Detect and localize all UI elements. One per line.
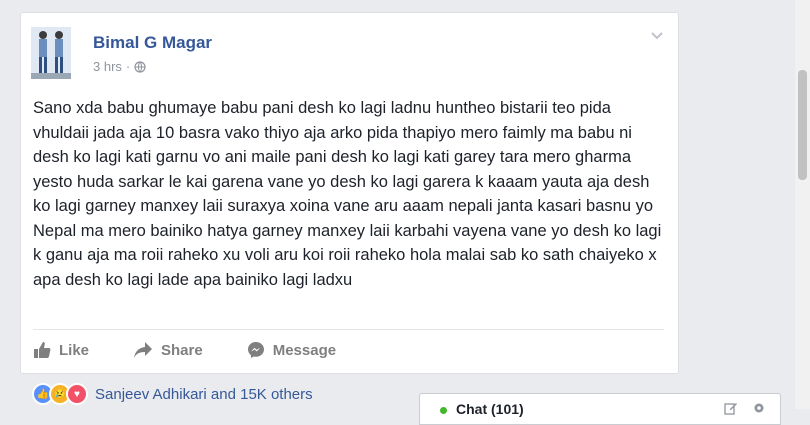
post-time[interactable]: 3 hrs xyxy=(93,59,122,74)
chat-bar[interactable]: Chat (101) xyxy=(419,393,781,425)
reactions-names[interactable]: Sanjeev Adhikari and 15K others xyxy=(95,386,313,403)
divider xyxy=(33,329,664,330)
post-meta: 3 hrs · xyxy=(93,59,146,74)
scrollbar-thumb[interactable] xyxy=(798,70,807,180)
love-reaction-icon: ♥ xyxy=(66,383,88,405)
like-button[interactable]: Like xyxy=(33,341,89,359)
post-actions: Like Share Message xyxy=(33,338,380,362)
online-indicator-icon xyxy=(440,407,447,414)
post-text: Sano xda babu ghumaye babu pani desh ko … xyxy=(33,99,662,289)
reactions-summary[interactable]: 👍 😢 ♥ Sanjeev Adhikari and 15K others xyxy=(32,383,313,405)
page-scrollbar[interactable] xyxy=(795,0,810,409)
message-button[interactable]: Message xyxy=(247,341,336,359)
share-button[interactable]: Share xyxy=(133,341,203,359)
author-avatar[interactable] xyxy=(31,27,71,79)
like-label: Like xyxy=(59,341,90,359)
thumbs-up-icon xyxy=(34,342,51,358)
messenger-icon xyxy=(247,342,264,358)
share-arrow-icon xyxy=(134,342,153,358)
post-card: Bimal G Magar 3 hrs · Sano xda babu ghum… xyxy=(20,12,679,374)
author-name[interactable]: Bimal G Magar xyxy=(93,33,212,53)
gear-icon[interactable] xyxy=(752,401,766,415)
meta-separator: · xyxy=(125,59,131,74)
compose-icon[interactable] xyxy=(724,401,738,415)
message-label: Message xyxy=(272,341,337,359)
chat-label[interactable]: Chat (101) xyxy=(456,401,524,417)
chevron-down-icon[interactable] xyxy=(650,31,664,41)
globe-icon[interactable] xyxy=(134,60,146,73)
share-label: Share xyxy=(161,341,203,359)
